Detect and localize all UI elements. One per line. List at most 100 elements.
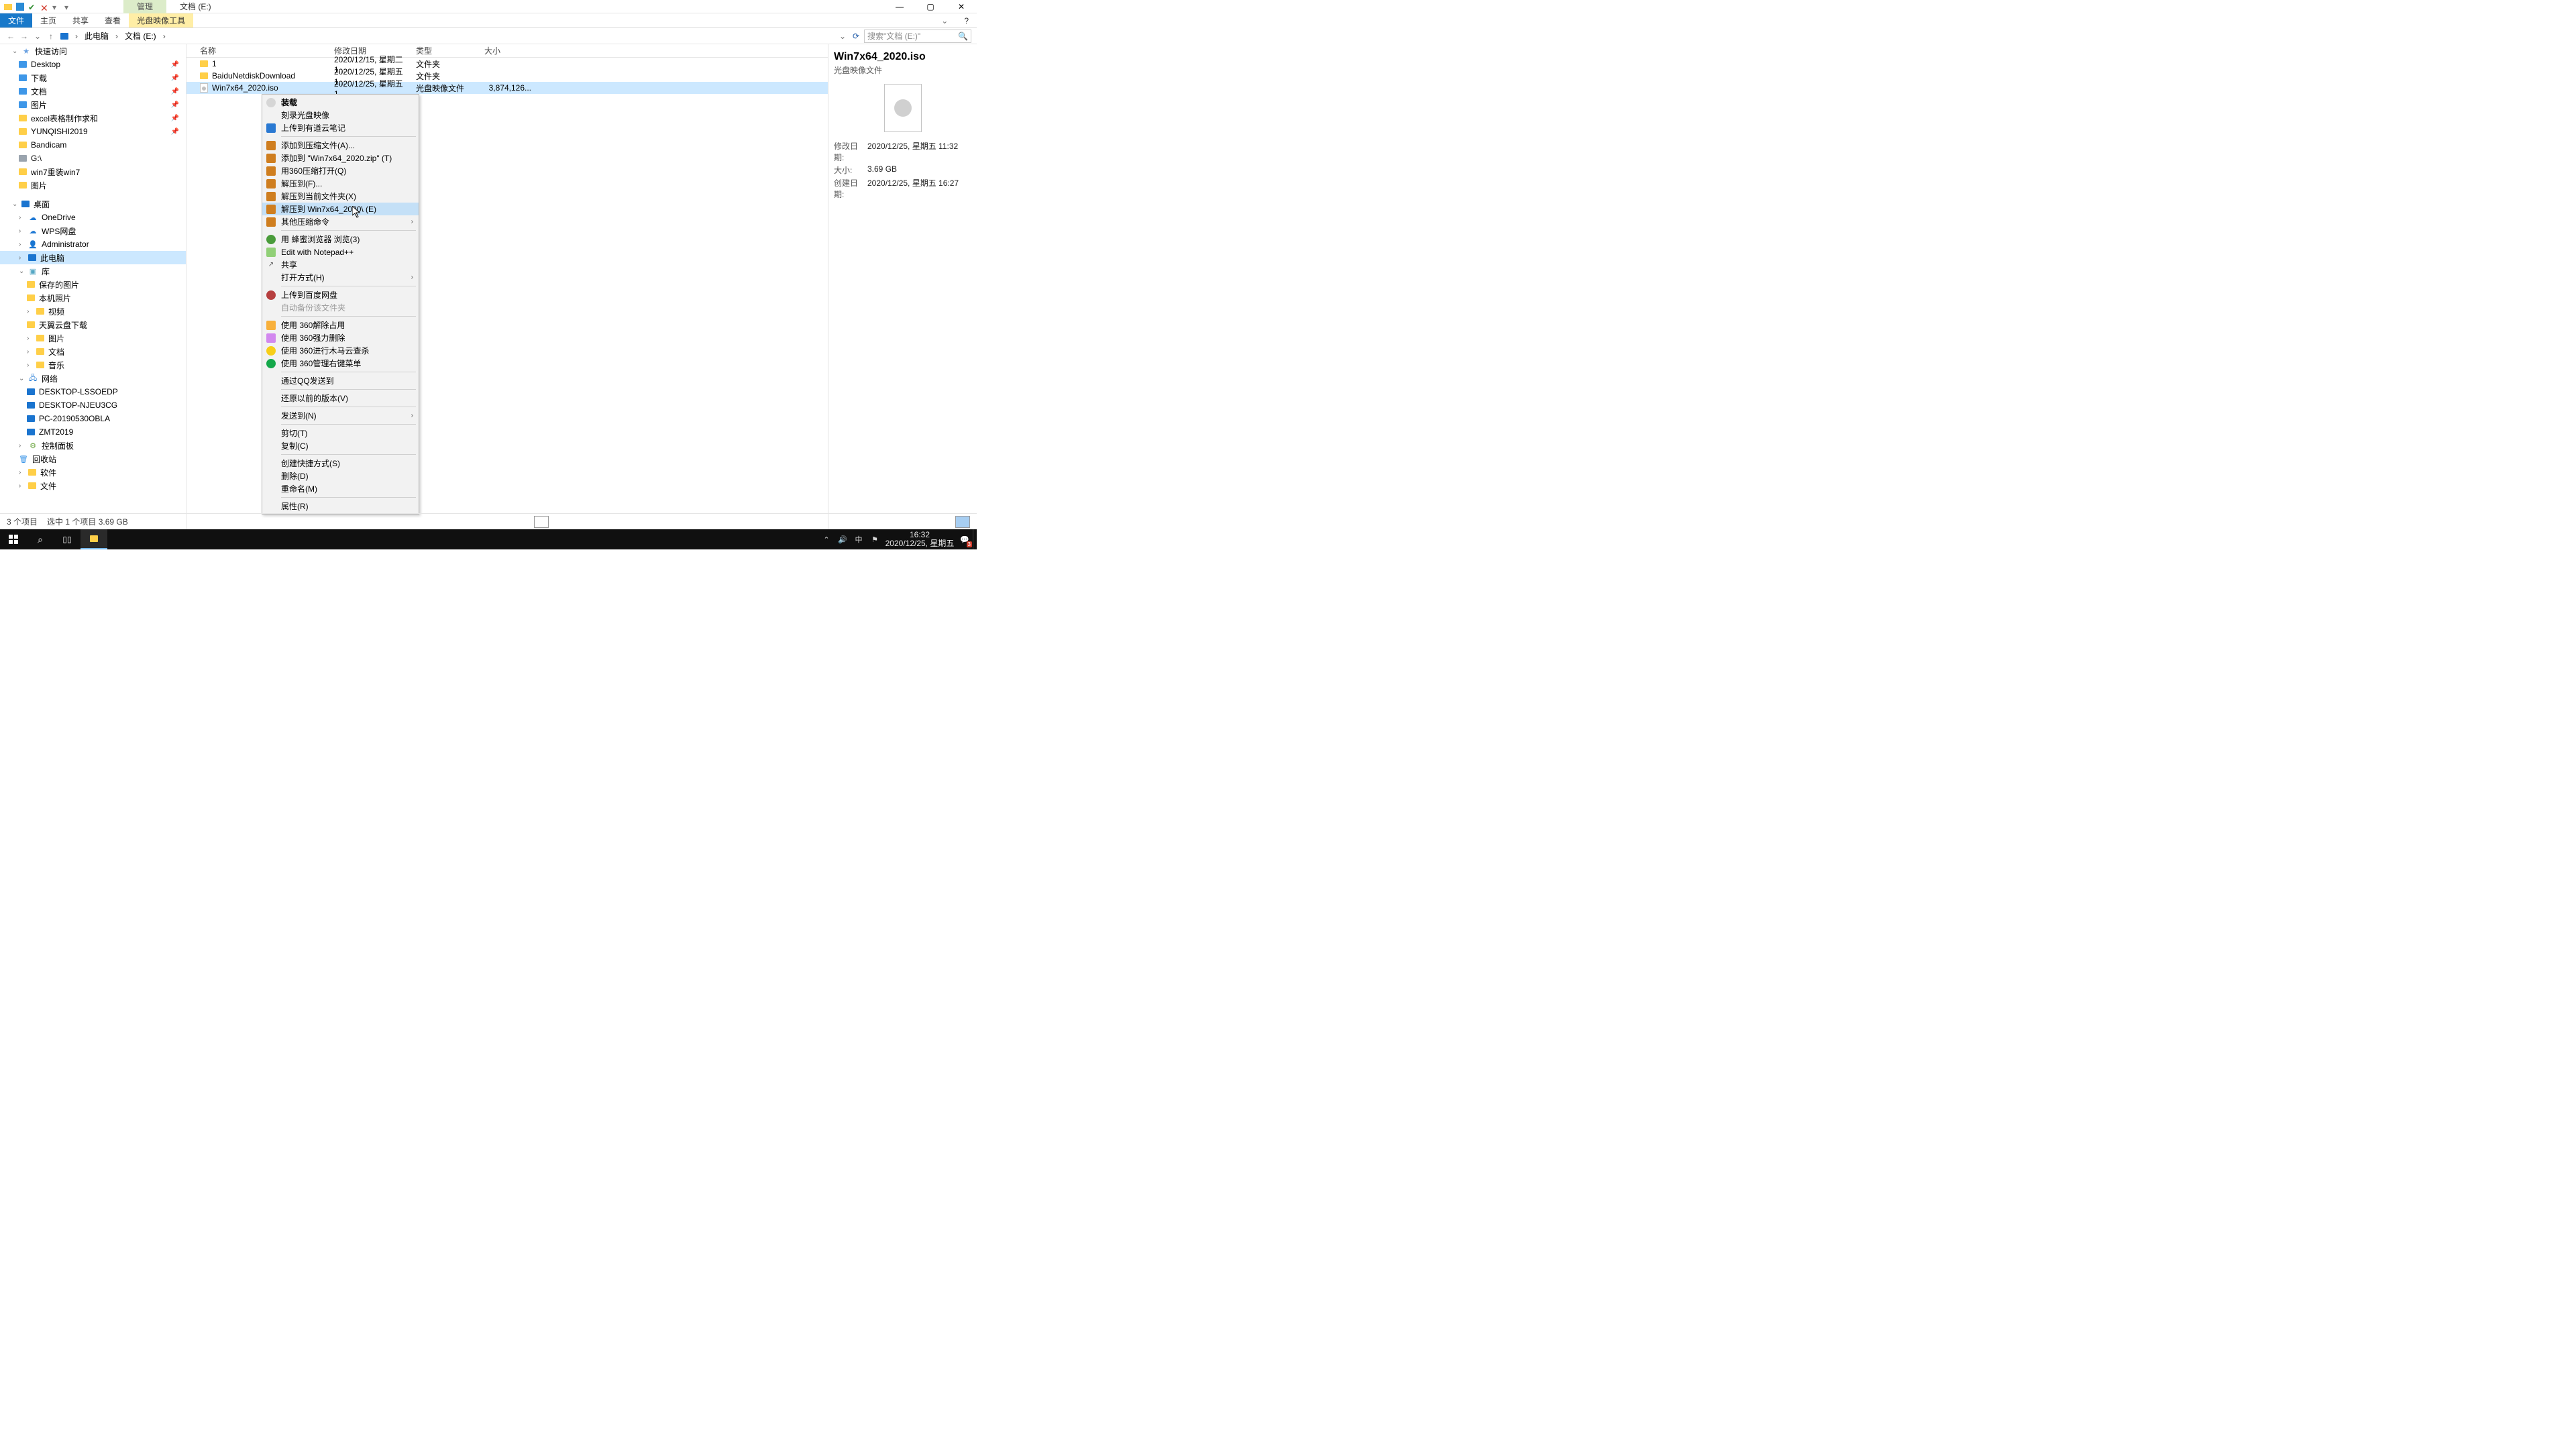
start-button[interactable] bbox=[0, 529, 27, 549]
nav-libmus[interactable]: 音乐 bbox=[48, 360, 64, 371]
nav-pictures2[interactable]: 图片 bbox=[31, 180, 47, 191]
help-button[interactable]: ? bbox=[956, 13, 977, 28]
action-center-button[interactable]: 💬3 bbox=[957, 529, 973, 549]
file-row[interactable]: 1 2020/12/15, 星期二 1... 文件夹 bbox=[186, 58, 828, 70]
nav-net1[interactable]: DESKTOP-LSSOEDP bbox=[39, 387, 118, 396]
nav-video[interactable]: 视频 bbox=[48, 306, 64, 317]
nav-cameraroll[interactable]: 本机照片 bbox=[39, 292, 71, 304]
tab-disc-image-tools[interactable]: 光盘映像工具 bbox=[129, 13, 193, 28]
nav-onedrive[interactable]: OneDrive bbox=[42, 213, 76, 222]
nav-software[interactable]: 软件 bbox=[40, 467, 56, 478]
tab-file[interactable]: 文件 bbox=[0, 13, 32, 28]
tab-view[interactable]: 查看 bbox=[97, 13, 129, 28]
menu-add-archive[interactable]: 添加到压缩文件(A)... bbox=[262, 139, 419, 152]
menu-open-with[interactable]: 打开方式(H)› bbox=[262, 271, 419, 284]
menu-add-zip[interactable]: 添加到 "Win7x64_2020.zip" (T) bbox=[262, 152, 419, 164]
tab-share[interactable]: 共享 bbox=[64, 13, 97, 28]
close-button[interactable]: ✕ bbox=[946, 0, 977, 13]
menu-bee-browser[interactable]: 用 蜂蜜浏览器 浏览(3) bbox=[262, 233, 419, 246]
nav-forward-button[interactable]: → bbox=[19, 31, 30, 42]
menu-copy[interactable]: 复制(C) bbox=[262, 439, 419, 452]
menu-cut[interactable]: 剪切(T) bbox=[262, 427, 419, 439]
chevron-right-icon[interactable]: › bbox=[72, 32, 80, 41]
menu-baidu-pan[interactable]: 上传到百度网盘 bbox=[262, 288, 419, 301]
menu-qq-send[interactable]: 通过QQ发送到 bbox=[262, 374, 419, 387]
menu-360-scan[interactable]: 使用 360进行木马云查杀 bbox=[262, 344, 419, 357]
column-size[interactable]: 大小 bbox=[484, 45, 531, 56]
navigation-pane[interactable]: ⌄★快速访问 Desktop📌 下载📌 文档📌 图片📌 excel表格制作求和📌… bbox=[0, 44, 186, 529]
nav-yunqishi[interactable]: YUNQISHI2019 bbox=[31, 127, 88, 136]
menu-other-compress[interactable]: 其他压缩命令› bbox=[262, 215, 419, 228]
task-view-button[interactable]: ▯▯ bbox=[54, 529, 80, 549]
tray-overflow-button[interactable]: ⌃ bbox=[818, 529, 835, 549]
menu-burn[interactable]: 刻录光盘映像 bbox=[262, 109, 419, 121]
menu-extract-to[interactable]: 解压到(F)... bbox=[262, 177, 419, 190]
chevron-right-icon[interactable]: › bbox=[160, 32, 168, 41]
file-row-selected[interactable]: Win7x64_2020.iso 2020/12/25, 星期五 1... 光盘… bbox=[186, 82, 828, 94]
qat-check-icon[interactable]: ✔ bbox=[28, 3, 36, 11]
nav-win7reinstall[interactable]: win7重装win7 bbox=[31, 166, 80, 178]
nav-recent-button[interactable]: ⌄ bbox=[32, 31, 43, 42]
menu-360-manage[interactable]: 使用 360管理右键菜单 bbox=[262, 357, 419, 370]
show-desktop-button[interactable] bbox=[973, 529, 977, 549]
menu-delete[interactable]: 删除(D) bbox=[262, 470, 419, 482]
qat-more-icon[interactable]: ▾ bbox=[64, 3, 72, 11]
nav-pictures[interactable]: 图片 bbox=[31, 99, 47, 111]
nav-downloads[interactable]: 下载 bbox=[31, 72, 47, 84]
qat-dropdown-icon[interactable]: ▾ bbox=[52, 3, 60, 11]
nav-wps[interactable]: WPS网盘 bbox=[42, 225, 76, 237]
nav-net4[interactable]: ZMT2019 bbox=[39, 427, 73, 437]
tray-security-icon[interactable]: ⚑ bbox=[867, 529, 883, 549]
menu-restore-versions[interactable]: 还原以前的版本(V) bbox=[262, 392, 419, 405]
nav-net3[interactable]: PC-20190530OBLA bbox=[39, 414, 110, 423]
column-type[interactable]: 类型 bbox=[416, 45, 484, 56]
menu-360-force-delete[interactable]: 使用 360强力删除 bbox=[262, 331, 419, 344]
menu-360-unlock[interactable]: 使用 360解除占用 bbox=[262, 319, 419, 331]
nav-libpic[interactable]: 图片 bbox=[48, 333, 64, 344]
nav-cpanel[interactable]: 控制面板 bbox=[42, 440, 74, 451]
ribbon-expand-button[interactable]: ⌄ bbox=[933, 13, 956, 28]
breadcrumb-thispc[interactable]: 此电脑 bbox=[83, 30, 110, 42]
taskbar-clock[interactable]: 16:32 2020/12/25, 星期五 bbox=[883, 531, 957, 548]
nav-files[interactable]: 文件 bbox=[40, 480, 56, 492]
tray-ime-indicator[interactable]: 中 bbox=[851, 529, 867, 549]
nav-recycle[interactable]: 回收站 bbox=[32, 453, 56, 465]
menu-share[interactable]: ↗共享 bbox=[262, 258, 419, 271]
nav-back-button[interactable]: ← bbox=[5, 31, 16, 42]
nav-desktop-root[interactable]: 桌面 bbox=[34, 199, 50, 210]
minimize-button[interactable]: — bbox=[884, 0, 915, 13]
menu-rename[interactable]: 重命名(M) bbox=[262, 482, 419, 495]
nav-quick-access[interactable]: 快速访问 bbox=[35, 46, 67, 57]
nav-thispc[interactable]: 此电脑 bbox=[40, 252, 64, 264]
menu-open-360zip[interactable]: 用360压缩打开(Q) bbox=[262, 164, 419, 177]
nav-up-button[interactable]: ↑ bbox=[46, 31, 56, 42]
refresh-button[interactable]: ⟳ bbox=[851, 31, 861, 42]
file-row[interactable]: BaiduNetdiskDownload 2020/12/25, 星期五 1..… bbox=[186, 70, 828, 82]
nav-desktop[interactable]: Desktop bbox=[31, 60, 60, 69]
chevron-right-icon[interactable]: › bbox=[113, 32, 121, 41]
view-thumbs-button[interactable] bbox=[955, 516, 970, 528]
menu-youdao[interactable]: 上传到有道云笔记 bbox=[262, 121, 419, 134]
taskbar-explorer[interactable] bbox=[80, 529, 107, 549]
nav-net2[interactable]: DESKTOP-NJEU3CG bbox=[39, 400, 117, 410]
nav-network[interactable]: 网络 bbox=[42, 373, 58, 384]
menu-extract-named[interactable]: 解压到 Win7x64_2020\ (E) bbox=[262, 203, 419, 215]
nav-libdoc[interactable]: 文档 bbox=[48, 346, 64, 358]
menu-properties[interactable]: 属性(R) bbox=[262, 500, 419, 513]
menu-create-shortcut[interactable]: 创建快捷方式(S) bbox=[262, 457, 419, 470]
view-details-button[interactable] bbox=[534, 516, 549, 528]
nav-libraries[interactable]: 库 bbox=[42, 266, 50, 277]
nav-tcloud[interactable]: 天翼云盘下载 bbox=[39, 319, 87, 331]
breadcrumb-drive[interactable]: 文档 (E:) bbox=[123, 30, 158, 42]
nav-savedpics[interactable]: 保存的图片 bbox=[39, 279, 79, 290]
menu-notepadpp[interactable]: Edit with Notepad++ bbox=[262, 246, 419, 258]
nav-admin[interactable]: Administrator bbox=[42, 239, 89, 249]
nav-documents[interactable]: 文档 bbox=[31, 86, 47, 97]
qat-close-icon[interactable]: ✕ bbox=[40, 3, 48, 11]
maximize-button[interactable]: ▢ bbox=[915, 0, 946, 13]
nav-gdrive[interactable]: G:\ bbox=[31, 154, 42, 163]
nav-bandicam[interactable]: Bandicam bbox=[31, 140, 66, 150]
tray-volume-icon[interactable]: 🔊 bbox=[835, 529, 851, 549]
menu-mount[interactable]: 装载 bbox=[262, 96, 419, 109]
search-button[interactable]: ⌕ bbox=[27, 529, 54, 549]
